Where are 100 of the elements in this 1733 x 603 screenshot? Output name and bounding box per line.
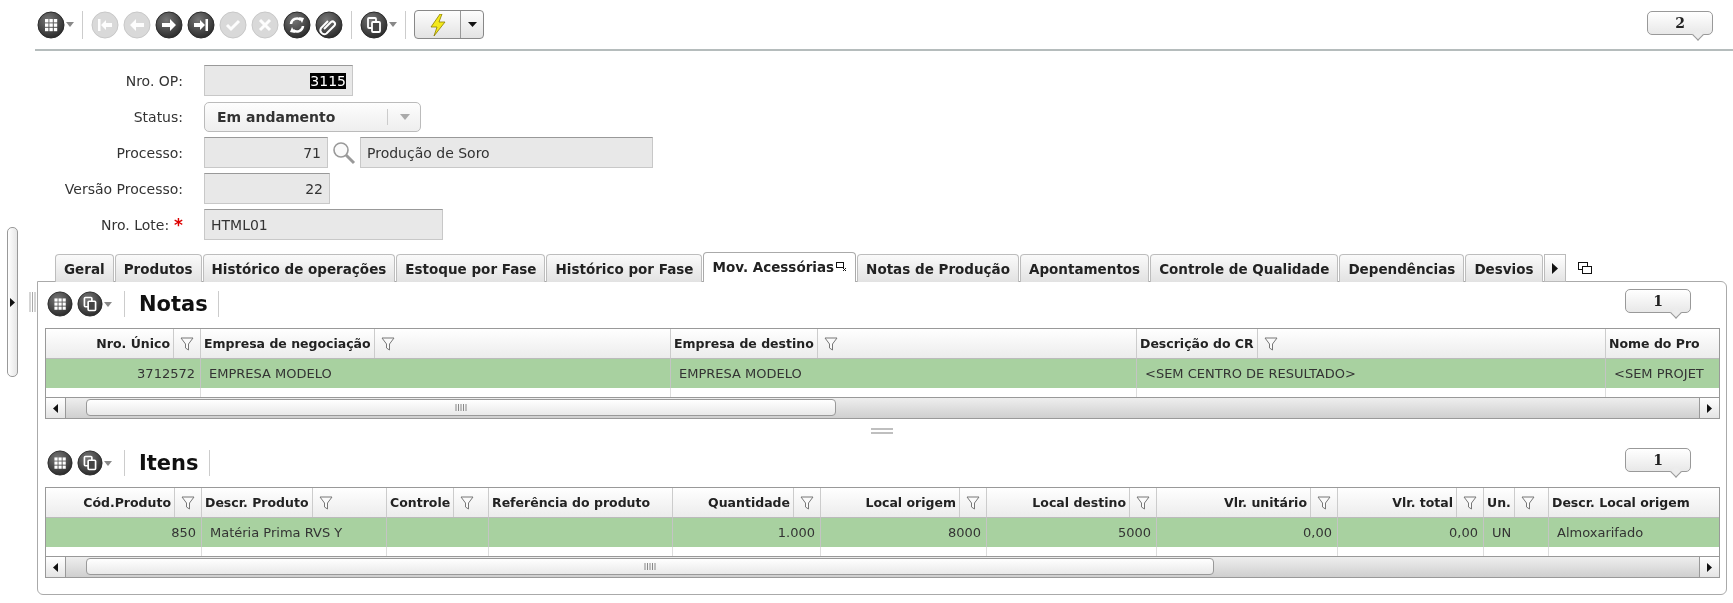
refresh-button[interactable] — [283, 10, 311, 39]
scroll-tabs-right-button[interactable] — [1543, 254, 1566, 282]
resize-grip-icon[interactable] — [871, 428, 893, 434]
section-title: Notas — [139, 292, 208, 316]
documents-icon — [77, 450, 103, 476]
copy-button[interactable] — [360, 10, 397, 39]
column-header[interactable]: Descrição do CR — [1137, 329, 1606, 359]
scroll-right-button[interactable] — [1699, 557, 1719, 577]
column-header[interactable]: Cód.Produto — [46, 488, 202, 518]
tab[interactable]: Apontamentos — [1020, 254, 1150, 282]
arrow-right-icon — [1707, 403, 1712, 413]
side-panel-toggle[interactable] — [7, 227, 18, 377]
scroll-right-button[interactable] — [1699, 398, 1719, 418]
filter-icon[interactable] — [1136, 495, 1150, 510]
next-button[interactable] — [155, 10, 183, 39]
arrow-right-icon — [1551, 262, 1558, 274]
section-title: Itens — [139, 451, 199, 475]
scroll-left-button[interactable] — [46, 557, 66, 577]
close-icon — [251, 10, 279, 39]
filter-icon[interactable] — [318, 495, 333, 510]
last-record-button[interactable] — [187, 10, 215, 39]
filter-icon[interactable] — [460, 495, 475, 510]
filter-icon[interactable] — [1263, 336, 1278, 351]
tab[interactable]: Estoque por Fase — [396, 254, 546, 282]
tab[interactable]: Controle de Qualidade — [1150, 254, 1339, 282]
refresh-icon — [283, 10, 311, 39]
filter-icon[interactable] — [1520, 495, 1535, 510]
grid-view-button[interactable] — [47, 450, 73, 476]
description-field: Produção de Soro — [360, 137, 653, 168]
number-field[interactable]: 22 — [204, 173, 330, 204]
column-header[interactable]: Empresa de destino — [671, 329, 1137, 359]
caret-icon — [66, 22, 74, 27]
field-label: Versão Processo: — [64, 180, 183, 197]
grid-icon — [47, 450, 73, 476]
column-header[interactable]: Nro. Único — [46, 329, 201, 359]
filter-icon[interactable] — [380, 336, 395, 351]
tab[interactable]: Histórico de operações — [202, 254, 396, 282]
grid-view-button[interactable] — [47, 291, 73, 317]
filter-icon[interactable] — [1463, 495, 1477, 510]
table-cell: 8000 — [821, 518, 987, 547]
column-header[interactable]: Referência do produto — [489, 488, 673, 518]
filter-icon[interactable] — [1317, 495, 1331, 510]
filter-icon[interactable] — [180, 336, 194, 351]
documents-icon — [77, 291, 103, 317]
number-field[interactable]: 71 — [204, 137, 328, 168]
tab[interactable]: Produtos — [114, 254, 202, 282]
tab[interactable]: Mov. Acessórias — [703, 252, 857, 282]
column-header[interactable]: Empresa de negociação — [201, 329, 671, 359]
tab[interactable]: Desvios — [1465, 254, 1543, 282]
scroll-left-button[interactable] — [46, 398, 66, 418]
column-header[interactable]: Descr. Produto — [202, 488, 387, 518]
arrow-left-icon — [123, 10, 151, 39]
search-icon[interactable] — [332, 140, 356, 165]
horizontal-scrollbar[interactable] — [46, 556, 1719, 577]
filter-icon[interactable] — [966, 495, 980, 510]
column-header[interactable]: Local origem — [821, 488, 987, 518]
column-header[interactable]: Quantidade — [673, 488, 821, 518]
filter-icon[interactable] — [823, 336, 838, 351]
attach-button[interactable] — [315, 10, 343, 39]
grid-view-button[interactable] — [37, 10, 74, 39]
status-dropdown[interactable]: Em andamento — [204, 101, 421, 132]
column-header[interactable]: Local destino — [987, 488, 1157, 518]
grip-icon — [644, 563, 656, 570]
column-header[interactable]: Vlr. unitário — [1157, 488, 1338, 518]
copy-button[interactable] — [77, 450, 112, 476]
number-field[interactable]: 3115 — [204, 65, 353, 96]
check-icon — [219, 10, 247, 39]
tab[interactable]: Geral — [55, 254, 114, 282]
table-cell: UN — [1484, 518, 1549, 547]
filter-icon[interactable] — [181, 495, 195, 510]
table-cell: 5000 — [987, 518, 1157, 547]
tab[interactable]: Dependências — [1339, 254, 1465, 282]
tab[interactable]: Notas de Produção — [857, 254, 1019, 282]
table-cell: <SEM CENTRO DE RESULTADO> — [1137, 359, 1606, 388]
table-cell: 0,00 — [1157, 518, 1338, 547]
copy-button[interactable] — [77, 291, 112, 317]
scrollbar-thumb[interactable] — [86, 558, 1214, 575]
table-cell: EMPRESA MODELO — [671, 359, 1137, 388]
table-cell: Almoxarifado — [1549, 518, 1719, 547]
column-header[interactable]: Controle — [387, 488, 489, 518]
column-header[interactable]: Un. — [1484, 488, 1549, 518]
arrow-left-icon — [53, 403, 58, 413]
text-field[interactable]: HTML01 — [204, 209, 443, 240]
table-cell: EMPRESA MODELO — [201, 359, 671, 388]
column-header[interactable]: Vlr. total — [1338, 488, 1484, 518]
required-asterisk: * — [174, 214, 183, 235]
paperclip-icon — [315, 10, 343, 39]
arrow-right-icon — [10, 297, 15, 307]
documents-icon — [360, 10, 388, 39]
caret-icon — [104, 460, 112, 466]
caret-icon — [467, 22, 477, 27]
arrow-right-icon — [1707, 562, 1712, 572]
grip-icon[interactable] — [29, 292, 36, 312]
windows-icon[interactable] — [1577, 262, 1592, 274]
filter-icon[interactable] — [800, 495, 814, 510]
horizontal-scrollbar[interactable] — [46, 397, 1719, 418]
arrow-right-icon — [155, 10, 183, 39]
scrollbar-thumb[interactable] — [86, 399, 836, 416]
table-cell: 3712572 — [46, 359, 201, 388]
tab[interactable]: Histórico por Fase — [546, 254, 703, 282]
